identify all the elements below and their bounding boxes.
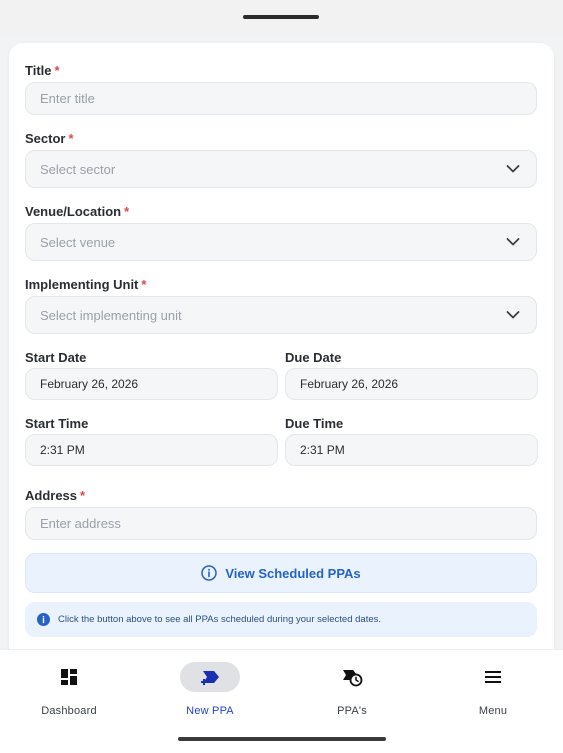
view-scheduled-ppas-label: View Scheduled PPAs <box>225 565 361 581</box>
sector-placeholder: Select sector <box>40 161 116 177</box>
info-note-text: Click the button above to see all PPAs s… <box>58 614 382 625</box>
title-placeholder: Enter title <box>40 91 95 106</box>
nav-icon-container <box>322 662 382 692</box>
dashboard-grid-icon <box>61 669 77 685</box>
chevron-down-icon <box>506 165 520 173</box>
info-note: Click the button above to see all PPAs s… <box>25 602 537 637</box>
top-status-bar <box>0 0 563 34</box>
nav-item-dashboard[interactable]: Dashboard <box>9 650 129 730</box>
venue-label-text: Venue/Location <box>25 204 122 219</box>
sector-label-text: Sector <box>25 131 66 146</box>
ppa-clock-icon <box>343 670 363 687</box>
start-time-label: Start Time <box>25 416 89 431</box>
nav-icon-container <box>463 662 523 692</box>
required-mark: * <box>54 63 60 78</box>
implementing-unit-label: Implementing Unit * <box>25 277 146 292</box>
nav-icon-container <box>39 662 99 692</box>
nav-icon-container-active <box>180 662 240 692</box>
venue-select[interactable]: Select venue <box>25 223 537 261</box>
venue-placeholder: Select venue <box>40 234 116 250</box>
due-date-field[interactable]: February 26, 2026 <box>285 368 538 400</box>
due-date-value: February 26, 2026 <box>300 377 399 391</box>
nav-label-new-ppa: New PPA <box>186 705 234 717</box>
title-label: Title * <box>25 63 60 78</box>
venue-label: Venue/Location * <box>25 204 129 219</box>
start-date-field[interactable]: February 26, 2026 <box>25 368 278 400</box>
implementing-unit-select[interactable]: Select implementing unit <box>25 296 537 334</box>
address-label: Address * <box>25 488 85 503</box>
nav-label-dashboard: Dashboard <box>41 705 97 717</box>
nav-item-new-ppa[interactable]: New PPA <box>150 650 270 730</box>
required-mark: * <box>68 131 74 146</box>
required-mark: * <box>124 204 130 219</box>
nav-label-menu: Menu <box>478 705 508 717</box>
implementing-unit-label-text: Implementing Unit <box>25 277 139 292</box>
due-date-label: Due Date <box>285 350 342 365</box>
start-date-label: Start Date <box>25 350 87 365</box>
nav-item-menu[interactable]: Menu <box>433 650 553 730</box>
due-time-label: Due Time <box>285 416 344 431</box>
home-indicator[interactable] <box>178 737 386 741</box>
nav-item-ppas[interactable]: PPA's <box>292 650 412 730</box>
required-mark: * <box>141 277 147 292</box>
nav-label-ppas: PPA's <box>337 705 367 717</box>
view-scheduled-ppas-button[interactable]: View Scheduled PPAs <box>25 553 537 593</box>
info-circle-icon <box>201 565 218 581</box>
address-placeholder: Enter address <box>40 516 121 531</box>
info-filled-icon <box>37 613 50 626</box>
drag-handle[interactable] <box>243 15 319 19</box>
due-time-value: 2:31 PM <box>300 443 345 457</box>
start-time-value: 2:31 PM <box>40 443 85 457</box>
start-date-value: February 26, 2026 <box>40 377 139 391</box>
title-label-text: Title <box>25 63 52 78</box>
due-time-field[interactable]: 2:31 PM <box>285 434 538 466</box>
sector-select[interactable]: Select sector <box>25 150 537 188</box>
new-ppa-icon <box>201 671 219 685</box>
hamburger-menu-icon <box>485 671 501 683</box>
sector-label: Sector * <box>25 131 74 146</box>
address-input[interactable]: Enter address <box>25 507 537 540</box>
implementing-unit-placeholder: Select implementing unit <box>40 307 182 323</box>
start-time-field[interactable]: 2:31 PM <box>25 434 278 466</box>
chevron-down-icon <box>506 238 520 246</box>
chevron-down-icon <box>506 311 520 319</box>
address-label-text: Address <box>25 488 78 503</box>
required-mark: * <box>80 488 86 503</box>
title-input[interactable]: Enter title <box>25 82 537 115</box>
